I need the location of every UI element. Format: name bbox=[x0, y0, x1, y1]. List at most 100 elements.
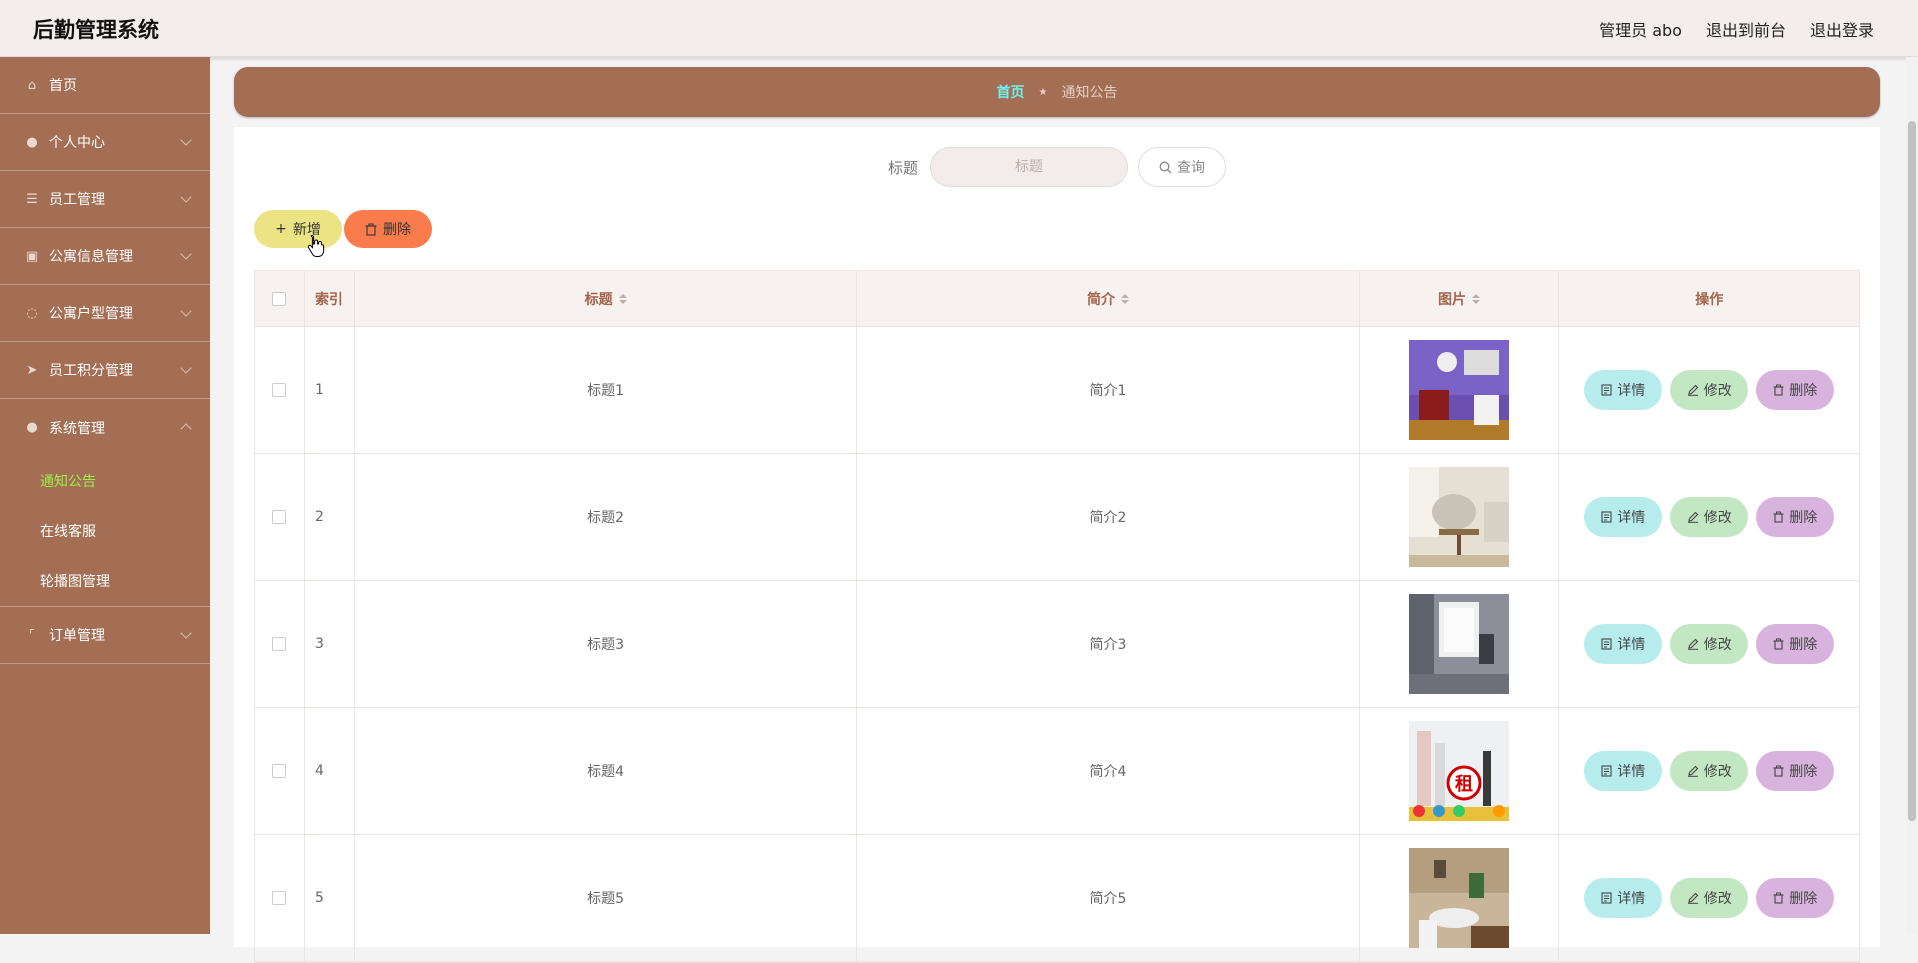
delete-button[interactable]: 删除 bbox=[1756, 497, 1835, 537]
query-button[interactable]: 查询 bbox=[1138, 147, 1226, 187]
sort-icon[interactable] bbox=[1472, 293, 1481, 304]
sidebar-item-personal-center[interactable]: ● 个人中心 bbox=[0, 114, 210, 171]
batch-delete-button[interactable]: 删除 bbox=[344, 210, 432, 248]
delete-button[interactable]: 删除 bbox=[1756, 624, 1835, 664]
sort-icon[interactable] bbox=[618, 293, 627, 304]
sidebar-item-label: 公寓户型管理 bbox=[49, 306, 133, 322]
send-icon: ➤ bbox=[26, 362, 38, 378]
delete-button-label: 删除 bbox=[1789, 637, 1818, 653]
delete-button[interactable]: 删除 bbox=[1756, 751, 1835, 791]
edit-button-label: 修改 bbox=[1703, 891, 1732, 907]
column-header-image[interactable]: 图片 bbox=[1360, 271, 1560, 326]
sidebar-item-apartment-type[interactable]: ◌ 公寓户型管理 bbox=[0, 285, 210, 342]
trash-icon bbox=[1773, 638, 1784, 650]
content-panel: 标题 查询 + 新增 删除 索引 标题 简介 图片 bbox=[234, 127, 1880, 963]
edit-button[interactable]: 修改 bbox=[1670, 878, 1749, 918]
system-submenu: 通知公告 在线客服 轮播图管理 bbox=[0, 456, 210, 607]
detail-button-label: 详情 bbox=[1617, 637, 1646, 653]
edit-button-label: 修改 bbox=[1703, 383, 1732, 399]
delete-button[interactable]: 删除 bbox=[1756, 370, 1835, 410]
thumbnail-image[interactable] bbox=[1409, 594, 1510, 694]
cell-image bbox=[1360, 327, 1560, 453]
sidebar-item-apartment-info[interactable]: ▣ 公寓信息管理 bbox=[0, 228, 210, 285]
cell-title: 标题1 bbox=[355, 327, 858, 453]
detail-button-label: 详情 bbox=[1617, 764, 1646, 780]
sort-icon[interactable] bbox=[1120, 293, 1129, 304]
breadcrumb-separator-icon: ★ bbox=[1038, 86, 1048, 98]
column-header-label: 标题 bbox=[584, 291, 613, 308]
column-header-actions: 操作 bbox=[1695, 291, 1724, 308]
edit-button[interactable]: 修改 bbox=[1670, 370, 1749, 410]
sidebar-item-home[interactable]: ⌂ 首页 bbox=[0, 57, 210, 114]
detail-button[interactable]: 详情 bbox=[1584, 497, 1663, 537]
chevron-down-icon bbox=[180, 191, 192, 203]
page-scrollbar[interactable] bbox=[1906, 57, 1918, 934]
cell-image bbox=[1360, 454, 1560, 580]
sidebar-item-orders[interactable]: ⌜ 订单管理 bbox=[0, 607, 210, 664]
bracket-icon: ⌜ bbox=[28, 627, 36, 643]
table-body: 1 标题1 简介1 详情 修改 删除 2 标题2 简介2 详情 修改 删除 3 标题3 简介3 详情 修改 删除 4… bbox=[255, 327, 1859, 962]
thumbnail-image[interactable] bbox=[1409, 467, 1510, 567]
detail-button[interactable]: 详情 bbox=[1584, 751, 1663, 791]
user-icon: ● bbox=[26, 134, 38, 150]
detail-button[interactable]: 详情 bbox=[1584, 624, 1663, 664]
cell-intro: 简介1 bbox=[857, 327, 1360, 453]
table-row: 2 标题2 简介2 详情 修改 删除 bbox=[255, 454, 1859, 581]
row-checkbox[interactable] bbox=[272, 383, 287, 397]
admin-user-label: 管理员 abo bbox=[1599, 21, 1682, 40]
detail-button[interactable]: 详情 bbox=[1584, 370, 1663, 410]
row-checkbox[interactable] bbox=[272, 891, 287, 905]
sidebar-item-label: 员工管理 bbox=[49, 192, 105, 208]
breadcrumb-home[interactable]: 首页 bbox=[997, 82, 1025, 102]
sidebar-item-staff[interactable]: ☰ 员工管理 bbox=[0, 171, 210, 228]
title-search-input[interactable] bbox=[930, 147, 1128, 187]
logout-link[interactable]: 退出登录 bbox=[1810, 17, 1874, 41]
cell-index: 5 bbox=[305, 835, 355, 961]
sidebar-item-label: 个人中心 bbox=[49, 135, 105, 151]
trash-icon bbox=[1773, 384, 1784, 396]
cell-index: 1 bbox=[305, 327, 355, 453]
row-checkbox[interactable] bbox=[272, 510, 287, 524]
sidebar-subitem-online-service[interactable]: 在线客服 bbox=[0, 506, 210, 556]
cell-title: 标题3 bbox=[355, 581, 858, 707]
trash-icon bbox=[365, 223, 377, 236]
main-content: 首页 ★ 通知公告 标题 查询 + 新增 删除 索引 bbox=[234, 67, 1880, 963]
edit-button[interactable]: 修改 bbox=[1670, 624, 1749, 664]
clipboard-icon: ▣ bbox=[25, 248, 39, 264]
thumbnail-image[interactable] bbox=[1409, 848, 1510, 948]
select-all-checkbox[interactable] bbox=[272, 291, 287, 306]
breadcrumb-current: 通知公告 bbox=[1061, 85, 1118, 101]
trash-icon bbox=[1773, 511, 1784, 523]
edit-button[interactable]: 修改 bbox=[1670, 751, 1749, 791]
delete-button-label: 删除 bbox=[1789, 764, 1818, 780]
thumbnail-image[interactable]: 租 bbox=[1409, 721, 1510, 821]
table-row: 4 标题4 简介4 租 详情 修改 删除 bbox=[255, 708, 1859, 835]
column-header-intro[interactable]: 简介 bbox=[857, 271, 1360, 326]
thumbnail-image[interactable] bbox=[1409, 340, 1510, 440]
detail-button-label: 详情 bbox=[1617, 510, 1646, 526]
back-to-frontend-link[interactable]: 退出到前台 bbox=[1706, 17, 1786, 41]
row-checkbox[interactable] bbox=[272, 764, 287, 778]
row-checkbox[interactable] bbox=[272, 637, 287, 651]
column-header-title[interactable]: 标题 bbox=[355, 271, 858, 326]
sidebar-item-system[interactable]: ● 系统管理 bbox=[0, 399, 210, 456]
cell-actions: 详情 修改 删除 bbox=[1559, 708, 1859, 834]
delete-button-label: 删除 bbox=[383, 222, 411, 238]
sidebar-item-staff-points[interactable]: ➤ 员工积分管理 bbox=[0, 342, 210, 399]
user-icon: ● bbox=[26, 420, 38, 435]
edit-button-label: 修改 bbox=[1703, 764, 1732, 780]
add-button[interactable]: + 新增 bbox=[254, 210, 342, 248]
detail-button[interactable]: 详情 bbox=[1584, 878, 1663, 918]
scrollbar-thumb[interactable] bbox=[1908, 121, 1916, 821]
cell-index: 3 bbox=[305, 581, 355, 707]
sidebar-subitem-carousel[interactable]: 轮播图管理 bbox=[0, 556, 210, 606]
sidebar-subitem-notice[interactable]: 通知公告 bbox=[0, 456, 210, 506]
chevron-down-icon bbox=[180, 248, 192, 260]
edit-button[interactable]: 修改 bbox=[1670, 497, 1749, 537]
cell-actions: 详情 修改 删除 bbox=[1559, 454, 1859, 580]
cell-intro: 简介5 bbox=[857, 835, 1360, 961]
cell-intro: 简介3 bbox=[857, 581, 1360, 707]
delete-button[interactable]: 删除 bbox=[1756, 878, 1835, 918]
cell-title: 标题2 bbox=[355, 454, 858, 580]
trash-icon bbox=[1773, 892, 1784, 904]
